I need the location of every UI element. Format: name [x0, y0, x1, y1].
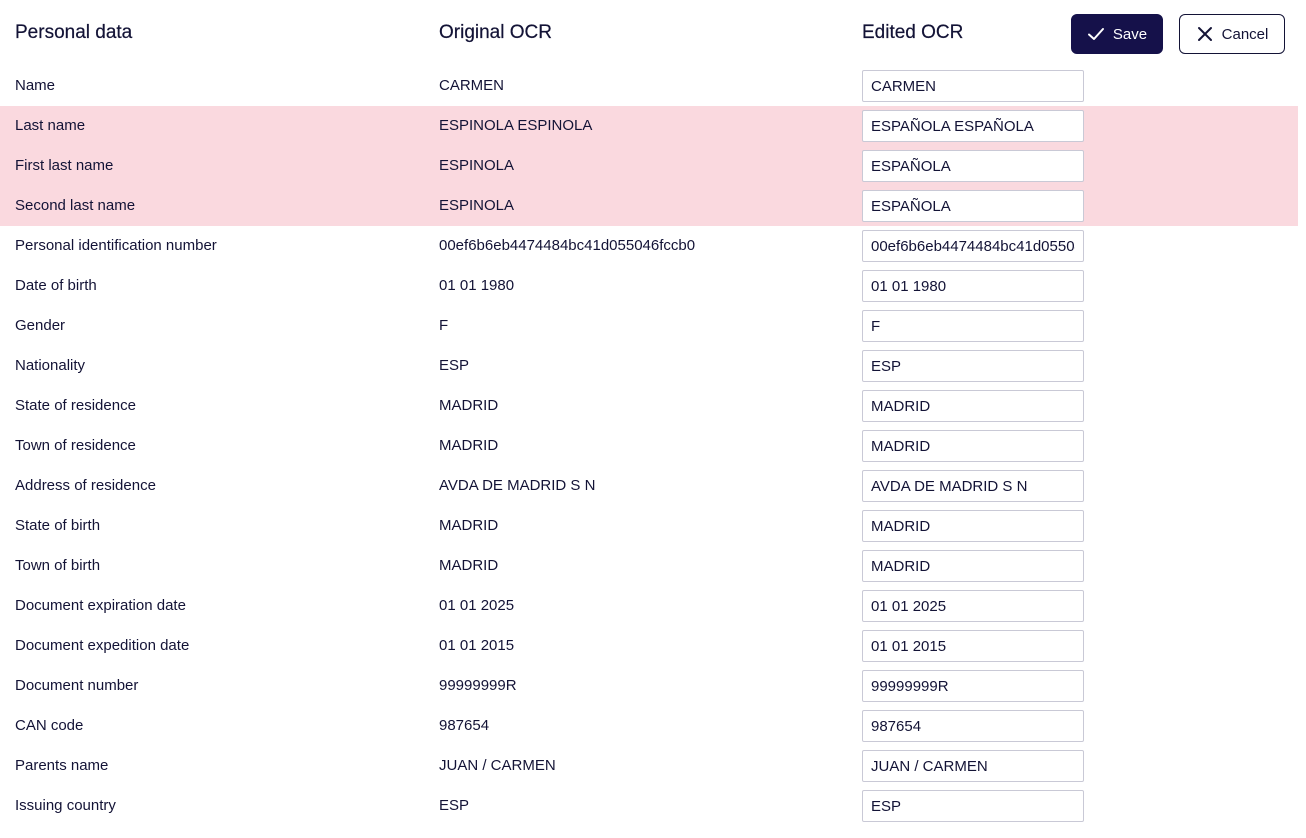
field-label: Document expedition date	[15, 637, 190, 654]
edited-ocr-input[interactable]	[862, 350, 1084, 382]
edited-ocr-input[interactable]	[862, 190, 1084, 222]
table-row: State of birth MADRID	[0, 506, 1298, 546]
table-header: Personal data Original OCR Edited OCR Sa…	[0, 0, 1306, 66]
original-ocr-value: 987654	[439, 717, 490, 734]
table-row: Gender F	[0, 306, 1298, 346]
original-ocr-value: MADRID	[439, 397, 499, 414]
edited-ocr-input[interactable]	[862, 270, 1084, 302]
edited-ocr-input[interactable]	[862, 790, 1084, 822]
table-row: Town of birth MADRID	[0, 546, 1298, 586]
table-row: Document number 99999999R	[0, 666, 1298, 706]
check-icon	[1087, 25, 1105, 43]
fields-table: NameCARMENLast nameESPINOLA ESPINOLAFirs…	[0, 66, 1306, 826]
table-row: Name CARMEN	[0, 66, 1298, 106]
table-row: Address of residence AVDA DE MADRID S N	[0, 466, 1298, 506]
original-ocr-value: 01 01 2015	[439, 637, 515, 654]
field-label: CAN code	[15, 717, 84, 734]
field-label: Date of birth	[15, 277, 97, 294]
edited-ocr-input[interactable]	[862, 670, 1084, 702]
close-icon	[1196, 25, 1214, 43]
edited-ocr-input[interactable]	[862, 750, 1084, 782]
edited-ocr-input[interactable]	[862, 550, 1084, 582]
save-button-label: Save	[1112, 25, 1148, 43]
edited-ocr-input[interactable]	[862, 430, 1084, 462]
field-label: State of residence	[15, 397, 136, 414]
table-row: State of residence MADRID	[0, 386, 1298, 426]
original-ocr-value: ESP	[439, 797, 470, 814]
field-label: Town of birth	[15, 557, 101, 574]
field-label: Address of residence	[15, 477, 156, 494]
field-label: Name	[15, 77, 56, 94]
table-row: First last name ESPINOLA	[0, 146, 1298, 186]
original-ocr-value: 01 01 2025	[439, 597, 515, 614]
edited-ocr-input[interactable]	[862, 150, 1084, 182]
original-ocr-value: ESP	[439, 357, 470, 374]
table-row: Town of residence MADRID	[0, 426, 1298, 466]
field-label: Parents name	[15, 757, 109, 774]
ocr-review-page: Personal data Original OCR Edited OCR Sa…	[0, 0, 1306, 838]
table-row: Document expedition date 01 01 2015	[0, 626, 1298, 666]
table-row: Nationality ESP	[0, 346, 1298, 386]
table-row: Date of birth 01 01 1980	[0, 266, 1298, 306]
field-label: Second last name	[15, 197, 136, 214]
original-ocr-value: JUAN / CARMEN	[439, 757, 556, 774]
original-ocr-value: MADRID	[439, 437, 499, 454]
edited-ocr-input[interactable]	[862, 310, 1084, 342]
field-label: Last name	[15, 117, 86, 134]
field-label: State of birth	[15, 517, 101, 534]
field-label: Gender	[15, 317, 66, 334]
save-button[interactable]: Save	[1071, 14, 1163, 54]
original-ocr-value: 00ef6b6eb4474484bc41d055046fccb0	[439, 237, 696, 254]
edited-ocr-input[interactable]	[862, 590, 1084, 622]
table-row: Personal identification number 00ef6b6eb4…	[0, 226, 1298, 266]
table-row: Last name ESPINOLA ESPINOLA	[0, 106, 1298, 146]
cancel-button-label: Cancel	[1221, 25, 1269, 43]
original-ocr-value: AVDA DE MADRID S N	[439, 477, 596, 494]
field-label: Personal identification number	[15, 237, 217, 254]
original-ocr-value: CARMEN	[439, 77, 505, 94]
table-row: Second last name ESPINOLA	[0, 186, 1298, 226]
edited-ocr-input[interactable]	[862, 230, 1084, 262]
original-ocr-value: F	[439, 317, 449, 334]
column-title-personal-data: Personal data	[15, 22, 133, 43]
original-ocr-value: 99999999R	[439, 677, 517, 694]
edited-ocr-input[interactable]	[862, 110, 1084, 142]
original-ocr-value: ESPINOLA ESPINOLA	[439, 117, 593, 134]
edited-ocr-input[interactable]	[862, 710, 1084, 742]
column-title-edited-ocr: Edited OCR	[862, 22, 964, 43]
original-ocr-value: MADRID	[439, 517, 499, 534]
table-row: Issuing country ESP	[0, 786, 1298, 826]
edited-ocr-input[interactable]	[862, 630, 1084, 662]
original-ocr-value: ESPINOLA	[439, 197, 515, 214]
edited-ocr-input[interactable]	[862, 510, 1084, 542]
original-ocr-value: ESPINOLA	[439, 157, 515, 174]
original-ocr-value: MADRID	[439, 557, 499, 574]
field-label: Issuing country	[15, 797, 116, 814]
field-label: Nationality	[15, 357, 86, 374]
field-label: Town of residence	[15, 437, 136, 454]
edited-ocr-input[interactable]	[862, 390, 1084, 422]
column-title-original-ocr: Original OCR	[439, 22, 552, 43]
cancel-button[interactable]: Cancel	[1179, 14, 1285, 54]
original-ocr-value: 01 01 1980	[439, 277, 515, 294]
table-row: CAN code 987654	[0, 706, 1298, 746]
edited-ocr-input[interactable]	[862, 470, 1084, 502]
table-row: Parents name JUAN / CARMEN	[0, 746, 1298, 786]
field-label: Document number	[15, 677, 139, 694]
table-row: Document expiration date 01 01 2025	[0, 586, 1298, 626]
edited-ocr-input[interactable]	[862, 70, 1084, 102]
field-label: First last name	[15, 157, 114, 174]
field-label: Document expiration date	[15, 597, 186, 614]
